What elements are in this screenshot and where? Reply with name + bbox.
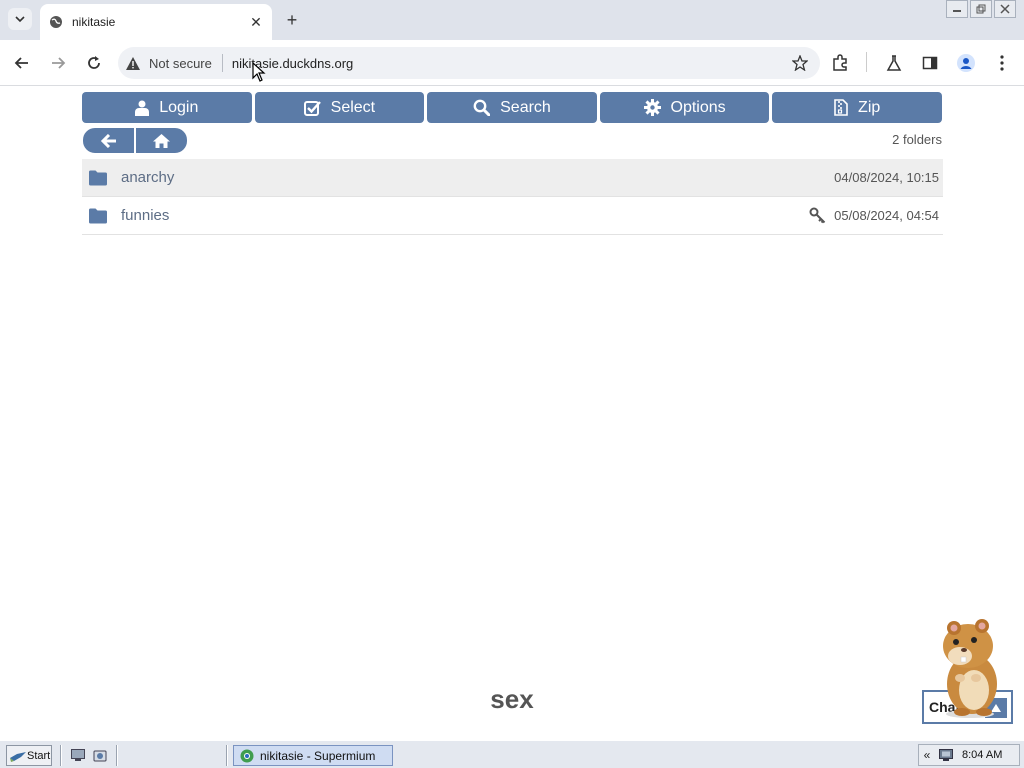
path-navigation — [82, 127, 188, 154]
minimize-button[interactable] — [946, 0, 968, 18]
extensions-icon[interactable] — [830, 53, 850, 73]
quick-launch-app-icon[interactable] — [92, 747, 108, 763]
profile-avatar-icon[interactable] — [956, 53, 976, 73]
not-secure-label[interactable]: Not secure — [149, 56, 212, 71]
tab-title: nikitasie — [72, 15, 116, 29]
start-button[interactable]: Start — [6, 745, 52, 766]
start-logo-icon — [10, 751, 26, 762]
select-button[interactable]: Select — [254, 92, 425, 123]
chevron-down-icon — [15, 16, 25, 23]
reload-icon — [88, 56, 100, 69]
login-label: Login — [159, 98, 199, 116]
folder-icon — [89, 208, 107, 223]
select-label: Select — [330, 98, 376, 116]
menu-kebab-icon[interactable] — [992, 53, 1012, 73]
labs-flask-icon[interactable] — [884, 53, 904, 73]
taskbar-item-label: nikitasie - Supermium — [260, 748, 376, 763]
restore-button[interactable] — [970, 0, 992, 18]
toolbar-divider — [866, 52, 867, 72]
reload-button[interactable] — [82, 51, 106, 75]
minimize-icon — [953, 10, 961, 12]
key-icon — [808, 207, 826, 225]
zip-file-icon — [834, 99, 848, 116]
network-icon[interactable] — [938, 747, 954, 763]
folder-row[interactable]: anarchy 04/08/2024, 10:15 — [82, 159, 943, 197]
mouse-cursor-icon — [252, 62, 266, 82]
search-label: Search — [500, 98, 551, 116]
arrow-left-icon — [14, 57, 28, 69]
folder-date: 04/08/2024, 10:15 — [834, 170, 939, 185]
action-bar: Login Select Search Options Zip — [82, 92, 942, 123]
show-desktop-icon[interactable] — [70, 747, 86, 763]
folder-list: anarchy 04/08/2024, 10:15 funnies 05/08/… — [82, 159, 943, 235]
clock[interactable]: 8:04 AM — [962, 749, 1002, 761]
globe-icon — [48, 14, 64, 30]
taskbar-divider — [60, 745, 62, 766]
address-bar[interactable]: Not secure nikitasie.duckdns.org — [118, 47, 820, 79]
browser-tabstrip: nikitasie ✕ + — [0, 0, 1024, 40]
folder-icon — [89, 170, 107, 185]
footer-text: sex — [490, 684, 534, 714]
arrow-right-icon — [52, 57, 66, 69]
hamster-mascot-image — [943, 619, 997, 718]
search-icon — [473, 99, 491, 116]
folder-count: 2 folders — [892, 132, 942, 147]
checkbox-icon — [303, 100, 321, 116]
forward-button[interactable] — [46, 51, 70, 75]
new-tab-button[interactable]: + — [280, 8, 304, 32]
options-button[interactable]: Options — [599, 92, 770, 123]
home-button[interactable] — [135, 127, 188, 154]
taskbar-item-supermium[interactable]: nikitasie - Supermium — [233, 745, 393, 766]
url-text[interactable]: nikitasie.duckdns.org — [232, 56, 790, 71]
tab-search-button[interactable] — [8, 8, 32, 30]
supermium-icon — [240, 749, 254, 762]
close-window-button[interactable] — [994, 0, 1016, 18]
omnibox-divider — [221, 54, 223, 72]
taskbar-divider — [226, 745, 228, 766]
browser-tab[interactable]: nikitasie ✕ — [40, 4, 272, 40]
taskbar-divider — [116, 745, 118, 766]
restore-icon — [976, 4, 986, 14]
zip-label: Zip — [858, 98, 881, 116]
folder-row[interactable]: funnies 05/08/2024, 04:54 — [82, 197, 943, 235]
system-tray: « 8:04 AM — [918, 744, 1020, 766]
folder-name[interactable]: funnies — [121, 207, 808, 224]
window-controls — [946, 0, 1016, 18]
bookmark-star-icon[interactable] — [790, 53, 810, 73]
folder-name[interactable]: anarchy — [121, 169, 834, 186]
login-button[interactable]: Login — [82, 92, 252, 123]
warning-icon — [125, 55, 141, 71]
folder-date: 05/08/2024, 04:54 — [834, 208, 939, 223]
back-button[interactable] — [10, 51, 34, 75]
options-label: Options — [670, 98, 726, 116]
start-label: Start — [27, 749, 51, 762]
close-icon — [1000, 4, 1010, 14]
back-folder-button[interactable] — [82, 127, 135, 154]
close-tab-icon[interactable]: ✕ — [246, 12, 266, 32]
tray-expand-icon[interactable]: « — [919, 748, 935, 762]
user-icon — [135, 100, 150, 116]
side-panel-icon[interactable] — [920, 53, 940, 73]
browser-toolbar: Not secure nikitasie.duckdns.org — [0, 40, 1024, 86]
gear-icon — [643, 99, 661, 116]
taskbar: Start nikitasie - Supermium « 8:04 AM — [0, 740, 1024, 768]
zip-button[interactable]: Zip — [772, 92, 942, 123]
arrow-left-icon — [100, 133, 116, 148]
search-button[interactable]: Search — [427, 92, 597, 123]
home-icon — [153, 133, 170, 148]
